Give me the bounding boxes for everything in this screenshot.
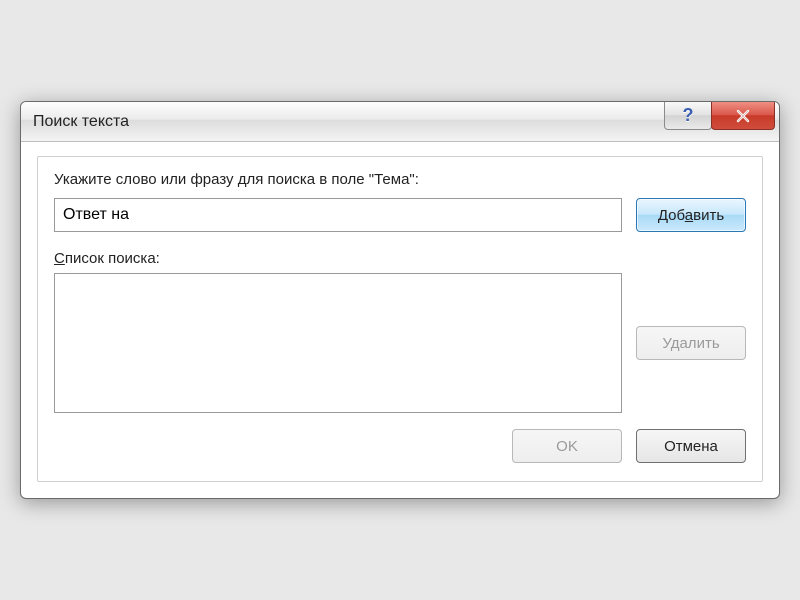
search-input[interactable]	[54, 198, 622, 232]
dialog-title: Поиск текста	[33, 113, 129, 131]
search-list-row: Удалить	[54, 273, 746, 413]
search-prompt-label: Укажите слово или фразу для поиска в пол…	[54, 171, 746, 188]
titlebar-controls: ?	[665, 102, 775, 130]
dialog-window: Поиск текста ? Укажите слово или фразу д…	[20, 101, 780, 499]
delete-button[interactable]: Удалить	[636, 326, 746, 360]
dialog-footer: OK Отмена	[54, 429, 746, 463]
cancel-button[interactable]: Отмена	[636, 429, 746, 463]
titlebar: Поиск текста ?	[21, 102, 779, 142]
dialog-body: Укажите слово или фразу для поиска в пол…	[21, 142, 779, 498]
search-list-label: Список поиска:	[54, 250, 746, 267]
close-icon	[734, 109, 752, 123]
search-listbox[interactable]	[54, 273, 622, 413]
list-side-controls: Удалить	[636, 273, 746, 413]
search-input-row: Добавить	[54, 198, 746, 232]
help-button[interactable]: ?	[664, 102, 712, 130]
help-icon: ?	[683, 105, 694, 126]
add-button[interactable]: Добавить	[636, 198, 746, 232]
inner-panel: Укажите слово или фразу для поиска в пол…	[37, 156, 763, 482]
ok-button[interactable]: OK	[512, 429, 622, 463]
close-button[interactable]	[711, 102, 775, 130]
